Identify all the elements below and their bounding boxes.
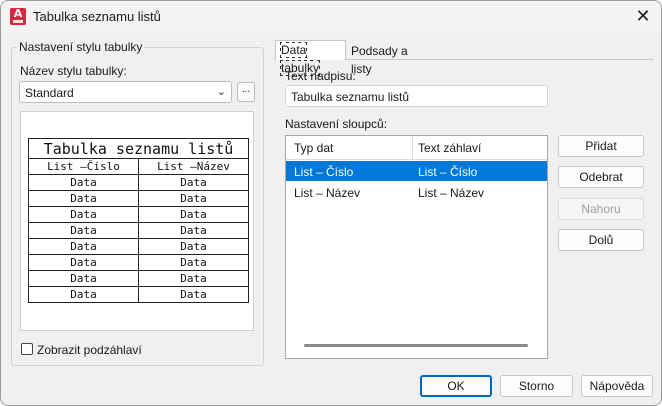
- cancel-button[interactable]: Storno: [500, 375, 573, 397]
- add-button[interactable]: Přidat: [558, 135, 644, 157]
- column-header-data-type[interactable]: Typ dat: [294, 141, 333, 155]
- caption-label: Text nadpisu:: [285, 69, 356, 83]
- column-header-heading-text[interactable]: Text záhlaví: [418, 141, 481, 155]
- columns-list-header: Typ dat Text záhlaví: [286, 136, 547, 160]
- horizontal-scrollbar[interactable]: [304, 344, 528, 347]
- tab-subsets-and-sheets[interactable]: Podsady a listy: [346, 42, 428, 76]
- preview-cell: Data: [138, 238, 249, 255]
- preview-cell: Data: [138, 190, 249, 207]
- caption-input-value: Tabulka seznamu listů: [291, 90, 410, 104]
- chevron-down-icon: ⌄: [216, 85, 226, 98]
- preview-header-cell: List –Název: [138, 158, 249, 175]
- preview-cell: Data: [138, 286, 249, 303]
- browse-style-button[interactable]: ...: [237, 82, 255, 102]
- preview-table: Tabulka seznamu listů List –Číslo List –…: [28, 138, 249, 303]
- style-name-value: Standard: [25, 86, 74, 100]
- move-up-button[interactable]: Nahoru: [558, 198, 644, 220]
- preview-cell: Data: [138, 270, 249, 287]
- preview-cell: Data: [28, 254, 139, 271]
- preview-cell: Data: [28, 270, 139, 287]
- preview-cell: Data: [28, 190, 139, 207]
- preview-cell: Data: [28, 286, 139, 303]
- preview-header-cell: List –Číslo: [28, 158, 139, 175]
- caption-input[interactable]: Tabulka seznamu listů: [285, 85, 548, 107]
- autocad-app-icon: A: [10, 8, 26, 25]
- window-title: Tabulka seznamu listů: [33, 9, 161, 24]
- style-name-dropdown[interactable]: Standard ⌄: [19, 81, 232, 103]
- title-bar: A Tabulka seznamu listů ✕: [1, 1, 661, 33]
- dialog-window: A Tabulka seznamu listů ✕ Nastavení styl…: [0, 0, 662, 406]
- help-button[interactable]: Nápověda: [581, 375, 653, 397]
- remove-button[interactable]: Odebrat: [558, 166, 644, 188]
- tab-table-data[interactable]: Data tabulky: [275, 40, 346, 76]
- preview-cell: Data: [138, 254, 249, 271]
- list-item[interactable]: List – Název List – Název: [286, 182, 547, 202]
- columns-label: Nastavení sloupců:: [285, 117, 388, 131]
- preview-cell: Data: [28, 206, 139, 223]
- style-name-label: Název stylu tabulky:: [20, 64, 127, 78]
- preview-cell: Data: [138, 174, 249, 191]
- show-subheader-checkbox[interactable]: [21, 343, 33, 355]
- preview-title: Tabulka seznamu listů: [28, 138, 249, 159]
- table-preview: Tabulka seznamu listů List –Číslo List –…: [20, 111, 254, 331]
- ok-button[interactable]: OK: [420, 375, 492, 397]
- show-subheader-label[interactable]: Zobrazit podzáhlaví: [37, 343, 142, 357]
- list-item[interactable]: List – Číslo List – Číslo: [286, 161, 547, 181]
- preview-cell: Data: [28, 174, 139, 191]
- close-icon[interactable]: ✕: [631, 6, 655, 28]
- preview-cell: Data: [138, 206, 249, 223]
- move-down-button[interactable]: Dolů: [558, 229, 644, 251]
- columns-list[interactable]: Typ dat Text záhlaví List – Číslo List –…: [285, 135, 548, 359]
- preview-cell: Data: [138, 222, 249, 239]
- preview-cell: Data: [28, 238, 139, 255]
- table-style-group-title: Nastavení stylu tabulky: [17, 40, 145, 54]
- preview-cell: Data: [28, 222, 139, 239]
